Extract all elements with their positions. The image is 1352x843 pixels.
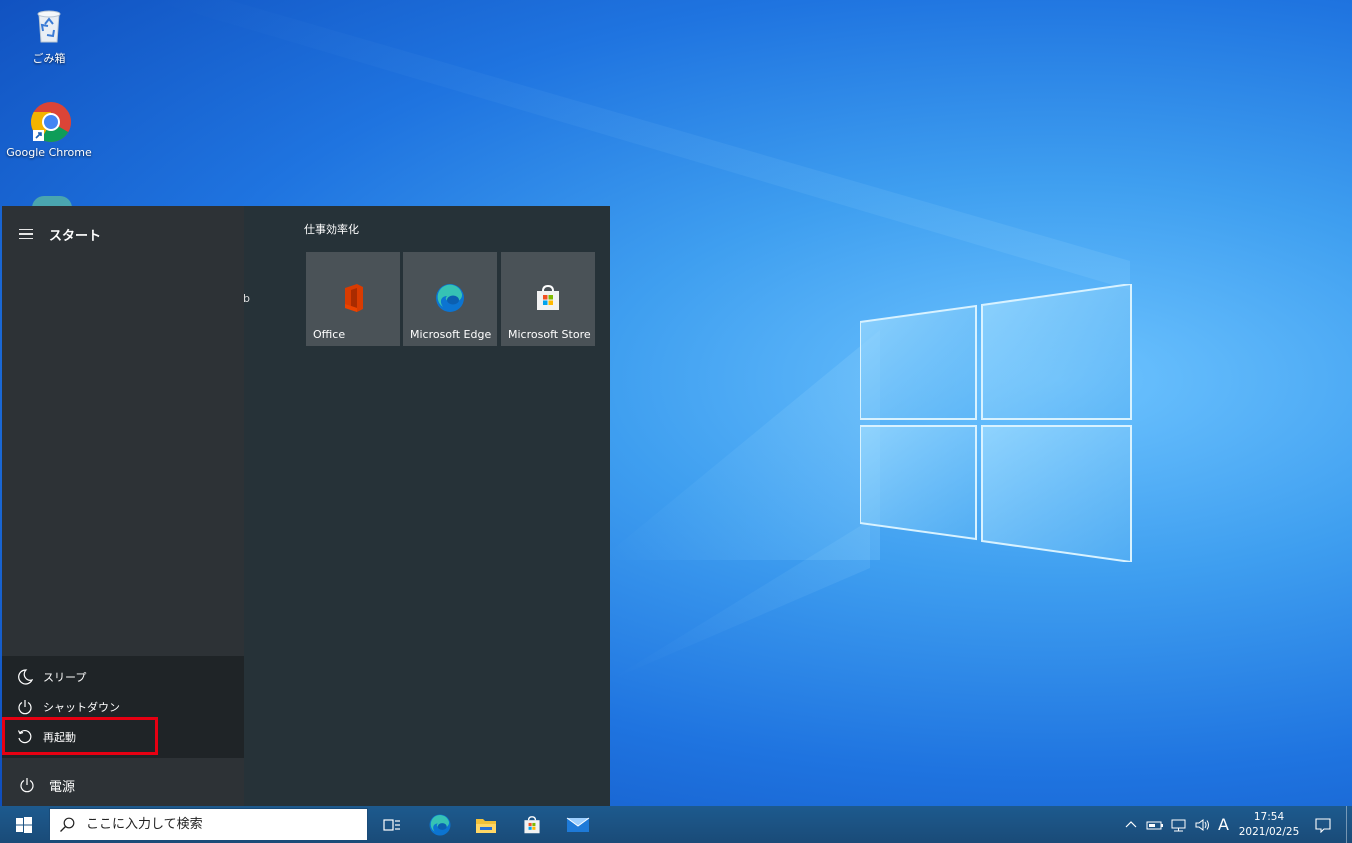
wallpaper-light-beam [600, 330, 880, 560]
start-menu-header: スタート [2, 221, 244, 247]
taskbar-clock[interactable]: 17:54 2021/02/25 [1237, 810, 1301, 840]
mail-icon [566, 817, 590, 832]
store-icon [537, 284, 559, 310]
taskbar: A 17:54 2021/02/25 [0, 806, 1352, 843]
taskbar-store-button[interactable] [509, 806, 555, 843]
notification-icon [1315, 817, 1331, 833]
chrome-icon [27, 100, 71, 144]
office-icon [345, 284, 363, 312]
action-center-button[interactable] [1300, 806, 1346, 843]
power-icon [18, 700, 32, 715]
desktop-icon-label: ごみ箱 [32, 52, 66, 65]
power-button-label: 電源 [49, 779, 76, 795]
recycle-bin-icon [27, 4, 71, 48]
search-icon [60, 817, 75, 832]
taskbar-file-explorer-button[interactable] [463, 806, 509, 843]
edge-icon [429, 814, 451, 835]
desktop-icon-recycle-bin[interactable]: ごみ箱 [1, 4, 97, 66]
clipped-app-list-text: b [243, 292, 250, 305]
power-option-label: シャットダウン [43, 701, 120, 714]
battery-icon[interactable] [1146, 818, 1164, 832]
power-option-sleep[interactable]: スリープ [2, 663, 244, 691]
tile-group-title: 仕事効率化 [304, 223, 359, 236]
windows-logo-icon [16, 816, 32, 833]
clock-date: 2021/02/25 [1238, 826, 1300, 838]
tile-microsoft-store[interactable]: Microsoft Store [501, 252, 595, 346]
network-icon[interactable] [1170, 818, 1188, 832]
task-view-button[interactable] [369, 806, 415, 843]
taskbar-search[interactable] [49, 808, 368, 841]
file-explorer-icon [476, 818, 496, 833]
taskbar-mail-button[interactable] [555, 806, 601, 843]
tile-label: Microsoft Store [508, 328, 591, 341]
tile-label: Office [313, 328, 346, 341]
tile-label: Microsoft Edge [410, 328, 492, 341]
moon-icon [18, 669, 33, 685]
tile-office[interactable]: Office [306, 252, 400, 346]
system-tray: A [1124, 806, 1229, 843]
ime-indicator[interactable]: A [1218, 815, 1229, 834]
power-button[interactable]: 電源 [2, 768, 244, 802]
start-button[interactable] [0, 806, 48, 843]
start-menu-title: スタート [49, 228, 102, 244]
power-icon [20, 778, 34, 793]
chevron-up-icon[interactable] [1124, 818, 1138, 832]
edge-icon [436, 284, 464, 312]
store-icon [524, 815, 540, 833]
task-view-icon [383, 818, 400, 831]
clock-time: 17:54 [1253, 811, 1285, 823]
volume-icon[interactable] [1194, 818, 1212, 832]
taskbar-edge-button[interactable] [417, 806, 463, 843]
desktop-icon-label: Google Chrome [6, 146, 92, 159]
power-option-label: スリープ [43, 671, 87, 684]
desktop-icon-google-chrome[interactable]: Google Chrome [1, 100, 97, 159]
hamburger-menu-icon[interactable] [19, 228, 33, 240]
windows-wallpaper-logo [860, 284, 1132, 562]
show-desktop-button[interactable] [1346, 806, 1352, 843]
restart-highlight-box [2, 717, 158, 755]
tile-microsoft-edge[interactable]: Microsoft Edge [403, 252, 497, 346]
search-input[interactable] [84, 816, 348, 833]
